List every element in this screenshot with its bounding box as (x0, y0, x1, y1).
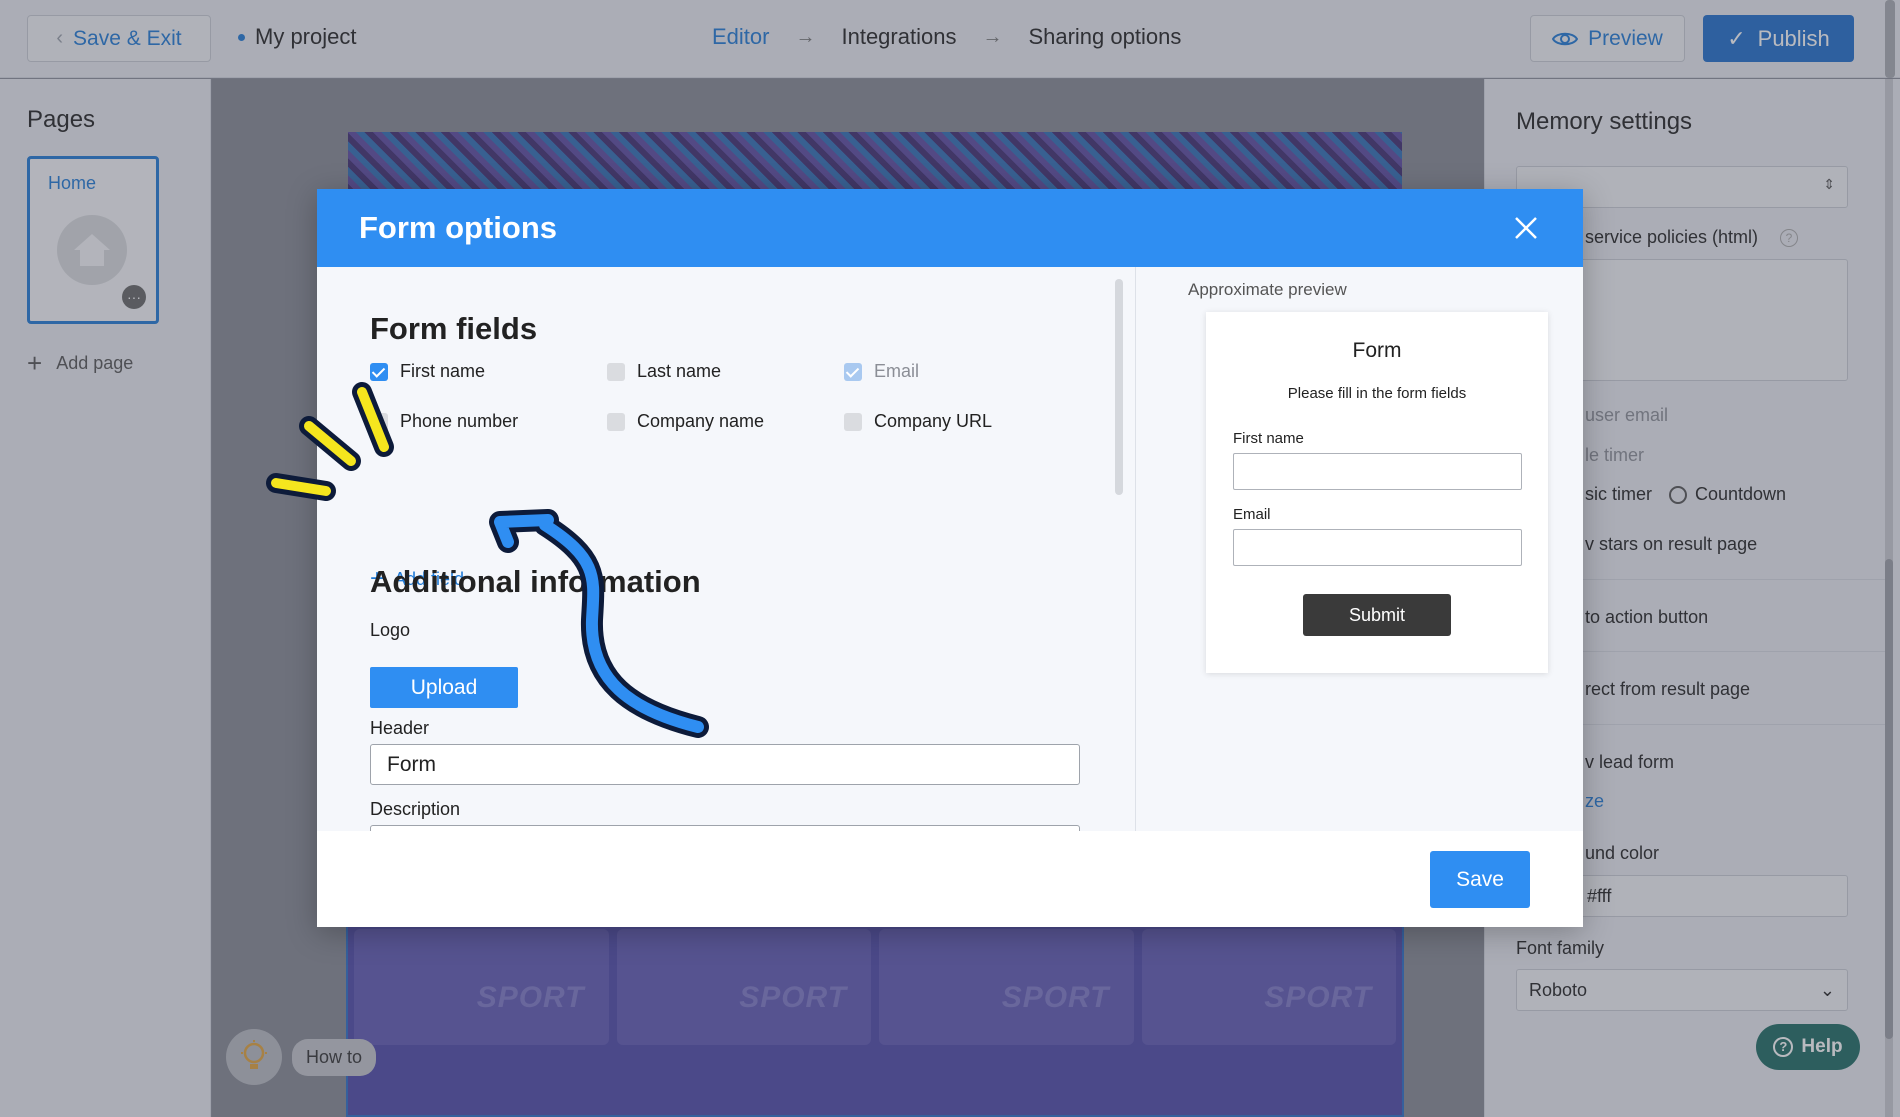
save-button[interactable]: Save (1430, 851, 1530, 908)
form-options-modal: Form options Form fields First name Last… (317, 189, 1583, 927)
field-last-name[interactable]: Last name (607, 361, 721, 382)
header-input[interactable]: Form (370, 744, 1080, 785)
preview-field-label: Email (1233, 506, 1271, 523)
preview-submit-button: Submit (1303, 594, 1451, 636)
modal-header: Form options (317, 189, 1583, 267)
preview-pane: Approximate preview Form Please fill in … (1135, 267, 1583, 831)
field-company-url[interactable]: Company URL (844, 411, 992, 432)
form-settings-pane: Form fields First name Last name Email P… (317, 267, 1135, 831)
field-phone-number[interactable]: Phone number (370, 411, 518, 432)
checkbox[interactable] (607, 412, 625, 431)
preview-form-subtitle: Please fill in the form fields (1287, 385, 1467, 402)
field-label: Last name (637, 361, 722, 381)
checkbox[interactable] (844, 412, 862, 431)
preview-label: Approximate preview (1188, 280, 1347, 299)
field-label: Phone number (400, 411, 519, 431)
checkbox-checked[interactable] (370, 362, 388, 381)
field-label: Email (874, 361, 920, 381)
preview-email-input (1233, 529, 1522, 566)
preview-form-title: Form (1352, 339, 1402, 362)
form-settings-scrollbar[interactable] (1115, 279, 1123, 495)
additional-info-title: Additional information (370, 564, 701, 599)
checkbox[interactable] (370, 412, 388, 431)
field-label: First name (400, 361, 486, 381)
close-icon[interactable] (1509, 211, 1543, 245)
checkbox-checked-disabled (844, 362, 862, 381)
description-label: Description (370, 799, 461, 819)
field-first-name[interactable]: First name (370, 361, 485, 382)
form-fields-title: Form fields (370, 311, 538, 346)
field-label: Company name (637, 411, 765, 431)
upload-button[interactable]: Upload (370, 667, 518, 708)
modal-title: Form options (359, 210, 558, 245)
preview-first-name-input (1233, 453, 1522, 490)
checkbox[interactable] (607, 362, 625, 381)
header-input-value: Form (387, 753, 436, 776)
modal-footer: Save (317, 831, 1583, 927)
field-company-name[interactable]: Company name (607, 411, 764, 432)
field-label: Company URL (874, 411, 993, 431)
logo-label: Logo (370, 620, 411, 640)
header-label: Header (370, 718, 430, 738)
form-preview-card: Form Please fill in the form fields Firs… (1206, 312, 1548, 673)
preview-field-label: First name (1233, 430, 1304, 447)
field-email[interactable]: Email (844, 361, 919, 382)
